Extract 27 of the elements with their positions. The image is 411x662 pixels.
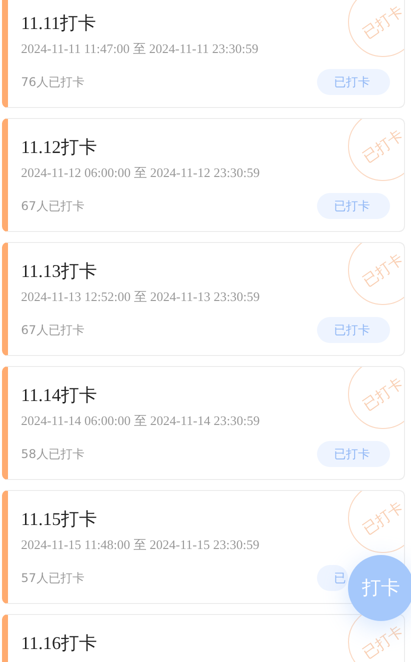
participant-count: 67人已打卡 [21,322,84,338]
card-title: 11.16打卡 [21,632,97,654]
status-button[interactable]: 已打卡 [317,193,390,219]
status-button[interactable]: 已打卡 [317,69,390,95]
card-title: 11.13打卡 [21,260,97,282]
participant-count: 67人已打卡 [21,198,84,214]
status-button[interactable]: 已 [317,565,348,591]
card-title: 11.12打卡 [21,136,97,158]
stamp-text: 已打卡 [359,125,404,167]
status-button[interactable]: 已打卡 [317,441,390,467]
stamp-text: 已打卡 [359,1,404,43]
stamp-text: 已打卡 [359,249,404,291]
status-button[interactable]: 已打卡 [317,317,390,343]
participant-count: 57人已打卡 [21,570,84,586]
time-range: 2024-11-14 06:00:00 至 2024-11-14 23:30:59 [21,413,260,429]
stamp-text: 已打卡 [359,497,404,539]
participant-count: 76人已打卡 [21,74,84,90]
stamp-text: 已打卡 [359,621,404,662]
card-title: 11.11打卡 [21,12,96,34]
card-title: 11.15打卡 [21,508,97,530]
time-range: 2024-11-15 11:48:00 至 2024-11-15 23:30:59 [21,537,260,553]
card-title: 11.14打卡 [21,384,97,406]
stamp-text: 已打卡 [359,373,404,415]
time-range: 2024-11-13 12:52:00 至 2024-11-13 23:30:59 [21,289,260,305]
participant-count: 58人已打卡 [21,446,84,462]
time-range: 2024-11-12 06:00:00 至 2024-11-12 23:30:59 [21,165,260,181]
time-range: 2024-11-11 11:47:00 至 2024-11-11 23:30:59 [21,41,258,57]
